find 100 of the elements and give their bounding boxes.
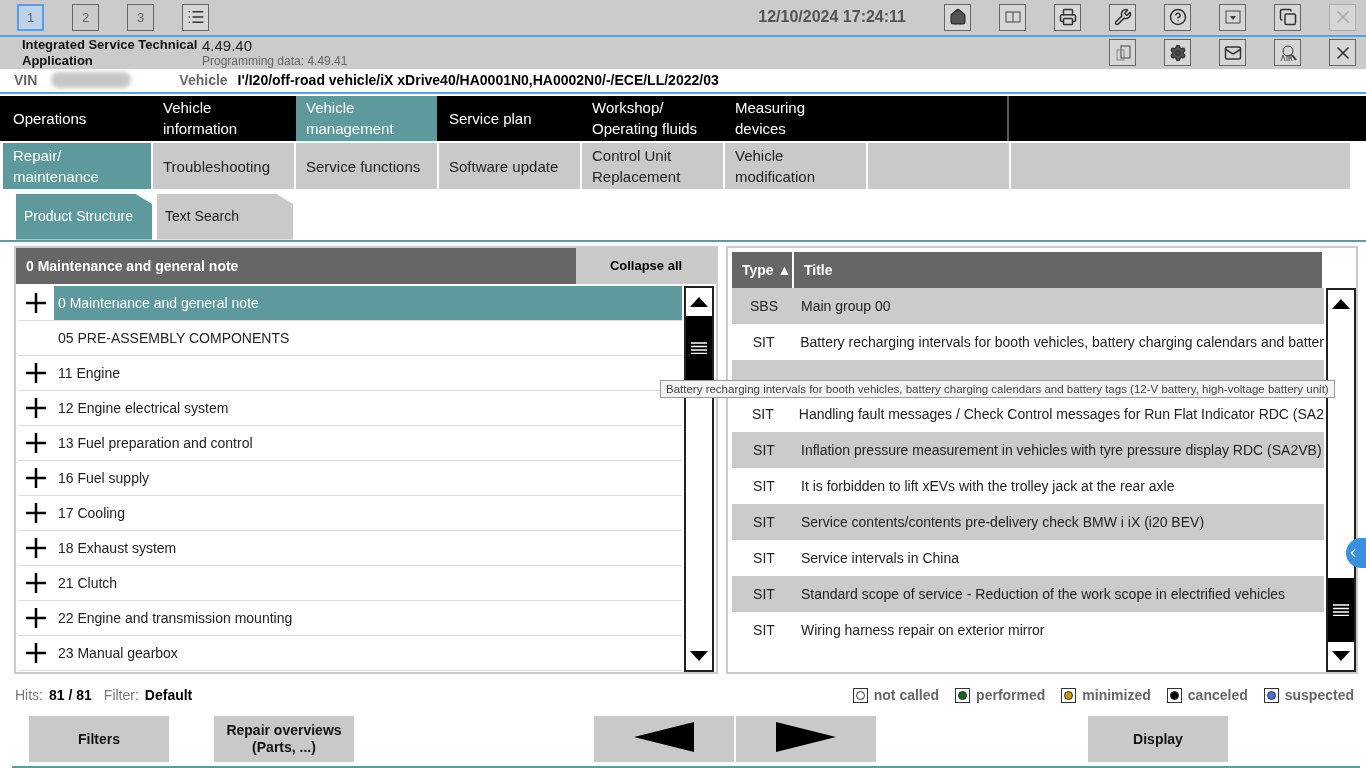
hits-label: Hits:	[15, 687, 43, 704]
document-row[interactable]: SIT Inflation pressure measurement in vehicles with tyre pressure display RDC (SA2VB)	[732, 431, 1324, 468]
grip-icon	[1333, 604, 1349, 617]
view-tab[interactable]: Text Search	[157, 193, 293, 240]
title-cell-text: Main group 00	[800, 297, 891, 314]
card-button[interactable]	[999, 3, 1026, 31]
tree-item[interactable]: 21 Clutch	[54, 565, 682, 600]
scroll-up-icon[interactable]	[690, 296, 708, 307]
next-button[interactable]	[736, 716, 876, 762]
card-icon	[1004, 11, 1021, 24]
wrench-button[interactable]	[1109, 3, 1136, 31]
type-cell-text: SIT	[752, 621, 776, 638]
title-cell-text: Inflation pressure measurement in vehicles with tyre pressure display RDC (SA2VB)	[800, 441, 1322, 458]
scrollbar-thumb[interactable]	[686, 315, 712, 380]
title-cell-text: Wiring harness repair on exterior mirror	[800, 621, 1045, 638]
settings-button[interactable]	[1164, 39, 1191, 67]
expand-icon[interactable]	[26, 572, 46, 593]
document-row[interactable]: SBS Main group 00	[732, 287, 1324, 324]
legend-label: canceled	[1187, 687, 1248, 704]
version: 4.49.40	[202, 37, 254, 54]
type-cell-text: SIT	[752, 513, 776, 530]
type-cell-text: SIT	[752, 441, 776, 458]
type-cell-text: SIT	[752, 585, 776, 602]
help-icon	[1168, 8, 1187, 27]
dropdown-button[interactable]	[1219, 3, 1246, 31]
expand-icon[interactable]	[26, 467, 46, 488]
printer-icon	[1058, 8, 1077, 27]
settings-icon	[1168, 43, 1187, 62]
tree-item[interactable]: 05 PRE-ASSEMBLY COMPONENTS	[54, 320, 682, 355]
filters-button[interactable]: Filters	[29, 716, 169, 762]
wrench-icon	[1113, 8, 1132, 27]
legend-label: suspected	[1284, 687, 1354, 704]
document-row[interactable]: SIT Service contents/contents pre-delivery check BMW i iX (i20 BEV)	[732, 503, 1324, 540]
scroll-down-icon[interactable]	[1332, 651, 1350, 662]
repair-overviews-button[interactable]: Repair overviews (Parts, ...)	[214, 716, 354, 762]
display-button[interactable]: Display	[1088, 716, 1228, 762]
expand-icon[interactable]	[26, 432, 46, 453]
tree-item[interactable]: 18 Exhaust system	[54, 530, 682, 565]
help-button[interactable]	[1164, 3, 1191, 31]
title-cell-text: Service intervals in China	[800, 549, 959, 566]
tree-title: 0 Maintenance and general note	[25, 257, 240, 274]
scrollbar[interactable]	[1326, 287, 1356, 673]
window-button[interactable]	[1274, 3, 1301, 31]
datetime: 12/10/2024 17:24:11	[758, 8, 906, 27]
dropdown-icon	[1224, 10, 1241, 25]
expand-icon[interactable]	[26, 397, 46, 418]
app-name: Integrated Service Technical Application	[22, 36, 199, 69]
tree-item[interactable]: 13 Fuel preparation and control	[54, 425, 682, 460]
legend-label: performed	[976, 687, 1046, 704]
sub-tab[interactable]: Software update	[439, 143, 580, 189]
previous-button[interactable]	[594, 716, 734, 762]
title-cell-text: It is forbidden to lift xEVs with the trolley jack at the rear axle	[800, 477, 1175, 494]
expand-icon[interactable]	[26, 537, 46, 558]
sub-tab[interactable]: Service functions	[296, 143, 437, 189]
tree-item[interactable]: 16 Fuel supply	[54, 460, 682, 495]
scroll-up-icon[interactable]	[1332, 298, 1350, 309]
type-cell-text: SIT	[751, 333, 776, 350]
sub-tab[interactable]: Control Unit Replacement	[582, 143, 723, 189]
tree-item[interactable]: 17 Cooling	[54, 495, 682, 530]
workspace-tab[interactable]: 1	[17, 3, 44, 31]
column-header[interactable]: Title	[794, 251, 1322, 288]
magnifier-icon	[1277, 42, 1298, 63]
documents-button[interactable]	[1109, 39, 1136, 67]
close-button[interactable]	[1329, 39, 1356, 67]
workspace-tab[interactable]: 3	[127, 3, 154, 31]
expand-icon[interactable]	[26, 642, 46, 663]
vin-label: VIN	[14, 72, 38, 89]
workspace-tab[interactable]: 2	[72, 3, 99, 31]
expand-icon[interactable]	[26, 292, 46, 313]
vehicle-label: Vehicle	[179, 72, 228, 89]
expand-icon[interactable]	[26, 502, 46, 523]
tree-item[interactable]: 23 Manual gearbox	[54, 635, 682, 670]
expand-icon[interactable]	[26, 607, 46, 628]
title-cell-text: Handling fault messages / Check Control messages for Run Flat Indicator RDC (SA2	[797, 405, 1324, 422]
collapse-all-button[interactable]: Collapse all	[576, 247, 716, 284]
mail-button[interactable]	[1219, 39, 1246, 67]
column-header[interactable]: Type ▲	[732, 251, 792, 288]
air-search-button[interactable]	[1274, 39, 1301, 67]
sub-tab[interactable]: Troubleshooting	[153, 143, 294, 189]
scroll-down-icon[interactable]	[690, 651, 708, 662]
windows-icon	[1278, 8, 1297, 27]
type-cell-text: SIT	[751, 405, 775, 422]
title-cell-text: Battery recharging intervals for booth vehicles, battery charging calendars and batter	[799, 333, 1324, 350]
left-arrow-icon	[634, 722, 694, 752]
title-cell-text: Standard scope of service - Reduction of the work scope in electrified vehicles	[800, 585, 1286, 602]
documents-icon	[1113, 43, 1132, 62]
tooltip: Battery recharging intervals for booth vehicles, battery charging calendars and battery tags (12-V battery, high-voltage battery unit)	[660, 379, 1335, 398]
document-row[interactable]: SIT Standard scope of service - Reduction of the work scope in electrified vehicles	[732, 575, 1324, 612]
vehicle-description: I'/I20/off-road vehicle/iX xDrive40/HA0001N0,HA0002N0/-/ECE/LL/2022/03	[237, 72, 719, 89]
right-arrow-icon	[776, 722, 836, 752]
tree-item[interactable]: 22 Engine and transmission mounting	[54, 600, 682, 635]
expand-icon[interactable]	[26, 362, 46, 383]
list-button[interactable]	[182, 3, 209, 31]
print-button[interactable]	[1054, 3, 1081, 31]
home-button[interactable]	[944, 3, 971, 31]
mail-icon	[1223, 43, 1242, 62]
legend-label: minimized	[1082, 687, 1151, 704]
scrollbar-thumb[interactable]	[1328, 578, 1354, 643]
sub-tab[interactable]: Vehicle modification	[725, 143, 866, 189]
title-cell-text: Service contents/contents pre-delivery check BMW i iX (i20 BEV)	[800, 513, 1205, 530]
